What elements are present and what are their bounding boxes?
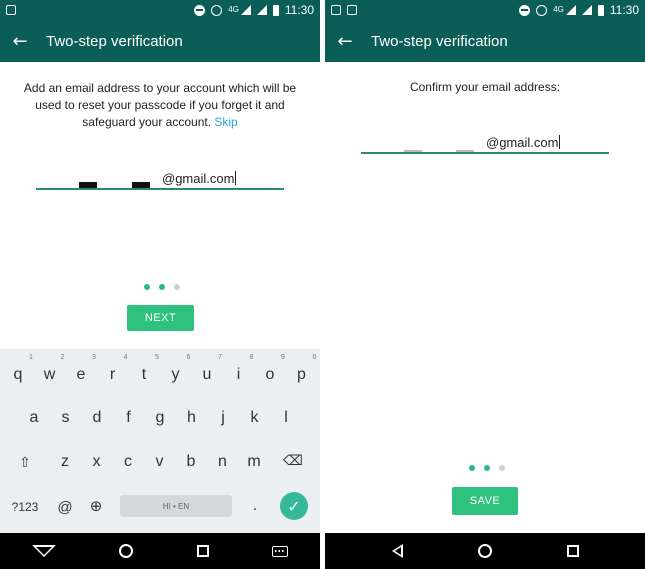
clock: 11:30	[284, 3, 314, 17]
key-s[interactable]: s	[51, 409, 81, 427]
key-hint-9: 9	[281, 354, 285, 361]
signal-icon-2	[581, 5, 592, 15]
email-domain-text: @gmail.com	[486, 135, 561, 150]
nav-back-icon[interactable]	[31, 545, 56, 557]
key-hint-5: 5	[155, 354, 159, 361]
nav-home-icon[interactable]	[477, 544, 492, 558]
instruction-text: Add an email address to your account whi…	[20, 80, 300, 131]
key-z[interactable]: z	[50, 453, 80, 471]
system-nav-bar	[0, 533, 320, 569]
key-c[interactable]: c	[113, 453, 143, 471]
nav-home-icon[interactable]	[119, 544, 134, 558]
key-a[interactable]: a	[19, 409, 49, 427]
alarm-icon	[536, 4, 548, 16]
signal-icon-2	[256, 5, 267, 15]
email-domain-text: @gmail.com	[162, 171, 237, 186]
key-hint-3: 3	[92, 354, 96, 361]
period-key[interactable]: .	[240, 497, 270, 515]
key-f[interactable]: f	[114, 409, 144, 427]
system-nav-bar	[325, 533, 645, 569]
key-m[interactable]: m	[239, 453, 269, 471]
left-phone-screen: 4G 11:30 ← Two-step verification Add an …	[0, 0, 320, 569]
status-bar: 4G 11:30	[0, 0, 320, 20]
key-b[interactable]: b	[176, 453, 206, 471]
app-bar: ← Two-step verification	[325, 20, 645, 62]
alarm-icon	[211, 4, 223, 16]
skip-link[interactable]: Skip	[214, 115, 237, 129]
network-type: 4G	[553, 5, 564, 14]
key-hint-0: 0	[312, 354, 317, 361]
email-underline	[361, 152, 609, 154]
key-v[interactable]: v	[145, 453, 175, 471]
do-not-disturb-icon	[519, 4, 531, 16]
clock: 11:30	[609, 3, 639, 17]
keyboard-switch-icon[interactable]	[272, 545, 289, 557]
page-dot-1	[144, 284, 150, 290]
key-r[interactable]: r	[98, 366, 128, 384]
key-hint-2: 2	[60, 354, 65, 361]
key-o[interactable]: o	[255, 366, 285, 384]
key-n[interactable]: n	[208, 453, 238, 471]
instruction-body: Add an email address to your account whi…	[23, 81, 297, 129]
page-title: Two-step verification	[46, 32, 183, 50]
space-bar[interactable]: HI • EN	[120, 495, 232, 517]
battery-icon	[597, 4, 604, 16]
key-u[interactable]: u	[192, 366, 222, 384]
key-hint-8: 8	[249, 354, 254, 361]
key-p[interactable]: p	[287, 366, 317, 384]
key-i[interactable]: i	[224, 366, 254, 384]
key-h[interactable]: h	[177, 409, 207, 427]
signal-icon	[565, 5, 576, 15]
key-t[interactable]: t	[129, 366, 159, 384]
key-x[interactable]: x	[82, 453, 112, 471]
nav-recents-icon[interactable]	[566, 545, 579, 557]
key-q[interactable]: q	[3, 366, 33, 384]
nav-recents-icon[interactable]	[196, 545, 209, 557]
do-not-disturb-icon	[194, 4, 206, 16]
key-y[interactable]: y	[161, 366, 191, 384]
page-indicator	[469, 465, 505, 471]
key-e[interactable]: e	[66, 366, 96, 384]
key-hint-4: 4	[123, 354, 128, 361]
key-d[interactable]: d	[82, 409, 112, 427]
key-k[interactable]: k	[240, 409, 270, 427]
key-l[interactable]: l	[271, 409, 301, 427]
key-j[interactable]: j	[208, 409, 238, 427]
email-underline	[36, 188, 284, 190]
key-hint-6: 6	[186, 354, 191, 361]
enter-check-icon[interactable]: ✓	[280, 492, 308, 520]
shift-key[interactable]: ⇧	[10, 455, 40, 471]
globe-icon[interactable]: ⊕	[81, 497, 111, 515]
back-arrow-icon[interactable]: ←	[325, 31, 365, 52]
page-dot-3	[499, 465, 505, 471]
at-key[interactable]: @	[50, 499, 80, 516]
image-notification-icon	[6, 5, 16, 15]
message-notification-icon	[331, 5, 341, 15]
nav-back-icon[interactable]	[391, 544, 403, 558]
symbols-key[interactable]: ?123	[5, 500, 45, 514]
signal-icon	[240, 5, 251, 15]
right-phone-screen: 4G 11:30 ← Two-step verification Confirm…	[325, 0, 645, 569]
page-dot-1	[469, 465, 475, 471]
save-button[interactable]: SAVE	[452, 487, 518, 515]
next-button[interactable]: NEXT	[127, 305, 194, 331]
key-w[interactable]: w	[35, 366, 65, 384]
backspace-key[interactable]: ⌫	[278, 453, 308, 469]
page-dot-2	[159, 284, 165, 290]
page-dot-2	[484, 465, 490, 471]
image-notification-icon	[347, 5, 357, 15]
page-dot-3	[174, 284, 180, 290]
confirm-text: Confirm your email address:	[409, 80, 561, 94]
battery-icon	[272, 4, 279, 16]
key-hint-1: 1	[29, 354, 33, 361]
app-bar: ← Two-step verification	[0, 20, 320, 62]
page-indicator	[144, 284, 180, 290]
key-hint-7: 7	[218, 354, 222, 361]
soft-keyboard: q 1w 2e 3r 4t 5y 6u 7i 8o 9p 0 asdfghjkl zxcvbnm ⇧…	[0, 349, 320, 533]
back-arrow-icon[interactable]: ←	[0, 31, 40, 52]
page-title: Two-step verification	[371, 32, 508, 50]
network-type: 4G	[228, 5, 239, 14]
key-g[interactable]: g	[145, 409, 175, 427]
status-bar: 4G 11:30	[325, 0, 645, 20]
